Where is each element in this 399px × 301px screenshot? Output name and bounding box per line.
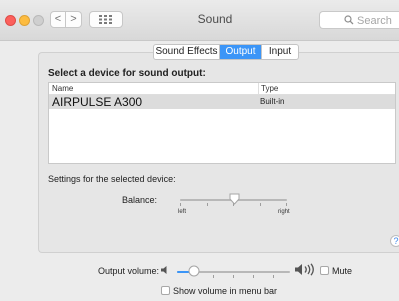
mute-checkbox[interactable] — [320, 266, 329, 275]
close-button[interactable] — [5, 15, 16, 26]
column-header-type[interactable]: Type — [258, 83, 278, 94]
balance-right-label: right — [278, 209, 290, 215]
table-header: Name Type — [49, 83, 395, 95]
balance-tick — [180, 203, 181, 206]
volume-tick — [273, 275, 274, 278]
show-volume-in-menu-bar-label[interactable]: Show volume in menu bar — [173, 286, 277, 296]
help-button[interactable]: ? — [390, 235, 399, 247]
forward-button[interactable]: > — [66, 11, 82, 28]
show-all-button[interactable] — [89, 11, 123, 28]
tab-bar: Sound Effects Output Input — [153, 44, 299, 60]
balance-tick — [207, 203, 208, 206]
search-placeholder: Search — [357, 15, 392, 27]
toolbar: < > Sound Search — [0, 0, 399, 41]
table-row[interactable]: AIRPULSE A300 Built-in — [49, 95, 395, 109]
speaker-low-icon — [161, 266, 167, 274]
window-title: Sound — [197, 12, 233, 26]
balance-label: Balance: — [122, 195, 158, 205]
zoom-button[interactable] — [33, 15, 44, 26]
volume-tick — [233, 275, 234, 278]
balance-slider-knob[interactable] — [229, 193, 240, 205]
speaker-high-icon — [295, 263, 314, 276]
volume-slider-knob[interactable] — [188, 265, 200, 277]
balance-tick — [286, 203, 287, 206]
device-type: Built-in — [260, 97, 285, 106]
forward-arrow-icon: > — [70, 13, 77, 25]
back-button[interactable]: < — [50, 11, 66, 28]
back-arrow-icon: < — [54, 13, 62, 25]
balance-left-label: left — [178, 209, 187, 215]
column-header-name[interactable]: Name — [52, 84, 73, 93]
show-volume-in-menu-bar-checkbox[interactable] — [161, 286, 170, 295]
mute-label[interactable]: Mute — [332, 266, 352, 276]
device-table[interactable]: Name Type AIRPULSE A300 Built-in — [48, 82, 396, 164]
tab-sound-effects[interactable]: Sound Effects — [154, 45, 220, 59]
grid-icon — [99, 15, 112, 24]
settings-label: Settings for the selected device: — [48, 174, 176, 184]
minimize-button[interactable] — [19, 15, 30, 26]
balance-tick — [260, 203, 261, 206]
search-icon — [344, 15, 354, 25]
help-icon: ? — [393, 236, 399, 246]
tab-input[interactable]: Input — [262, 45, 298, 59]
output-volume-label: Output volume: — [98, 266, 160, 276]
tab-output[interactable]: Output — [220, 45, 262, 59]
device-name: AIRPULSE A300 — [52, 95, 143, 109]
search-field[interactable]: Search — [319, 11, 399, 29]
volume-tick — [213, 275, 214, 278]
sound-preferences-window: < > Sound Search Sound Effects Output In… — [0, 0, 399, 301]
output-heading: Select a device for sound output: — [48, 68, 206, 79]
volume-tick — [253, 275, 254, 278]
